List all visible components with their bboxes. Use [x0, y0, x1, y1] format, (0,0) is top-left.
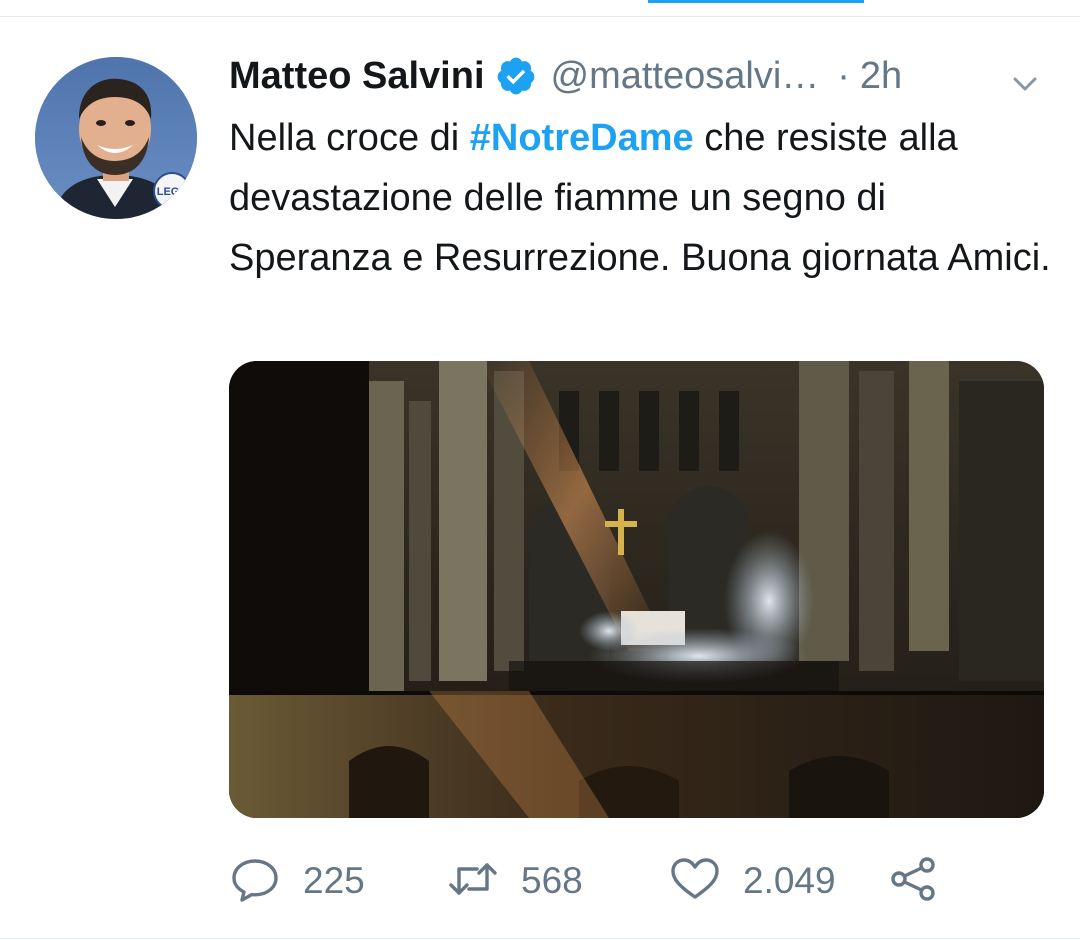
- retweet-count: 568: [521, 860, 583, 901]
- tweet-detail-screen: LEGA Matteo Salvini @matteosalvi… · 2h N…: [0, 0, 1080, 940]
- retweet-button[interactable]: 568: [447, 850, 583, 912]
- verified-badge-icon: [495, 55, 537, 97]
- like-button[interactable]: 2.049: [669, 850, 836, 912]
- speech-bubble-icon: [229, 853, 281, 910]
- like-count: 2.049: [743, 860, 836, 901]
- share-button[interactable]: [887, 850, 939, 912]
- heart-icon: [669, 853, 721, 910]
- share-nodes-icon: [887, 853, 939, 910]
- handle[interactable]: @matteosalvi…: [551, 50, 820, 102]
- tweet-text: Nella croce di #NotreDame che resiste al…: [229, 108, 1059, 288]
- tweet-text-before: Nella croce di: [229, 117, 470, 159]
- separator-dot: ·: [837, 55, 850, 97]
- tweet-photo[interactable]: [229, 361, 1044, 818]
- timestamp[interactable]: 2h: [860, 50, 902, 102]
- active-tab-indicator: [648, 0, 864, 3]
- display-name[interactable]: Matteo Salvini: [229, 50, 485, 102]
- reply-count: 225: [303, 860, 365, 901]
- retweet-arrows-icon: [447, 853, 499, 910]
- chevron-down-icon[interactable]: [1009, 62, 1041, 94]
- hashtag-link[interactable]: #NotreDame: [470, 117, 694, 159]
- avatar-badge-text: LEGA: [157, 186, 188, 198]
- tweet-actions: 225 568 2.049: [229, 850, 1044, 912]
- tweet-header: Matteo Salvini @matteosalvi… · 2h: [229, 50, 1059, 102]
- avatar[interactable]: LEGA: [35, 57, 197, 219]
- top-divider: [0, 16, 1080, 17]
- reply-button[interactable]: 225: [229, 850, 365, 912]
- bottom-divider: [0, 938, 1080, 939]
